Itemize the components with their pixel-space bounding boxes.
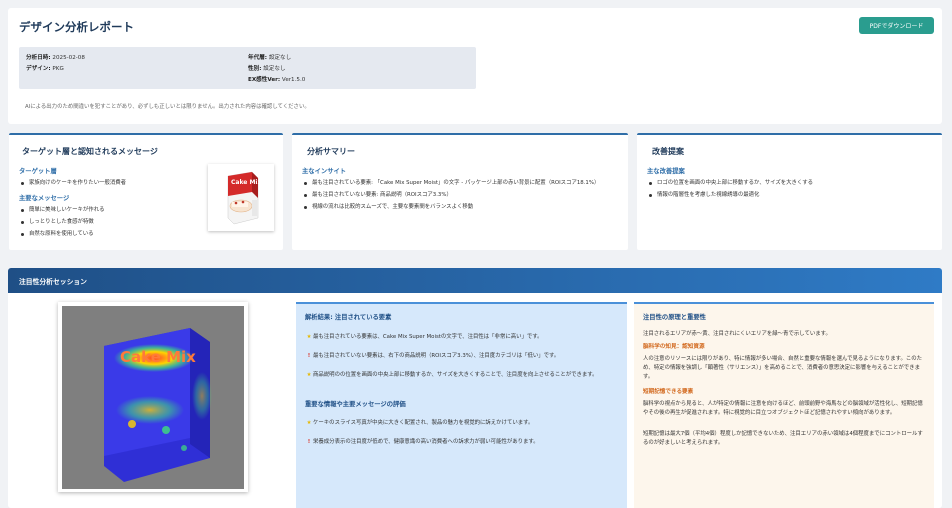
- exclamation-icon: !: [307, 439, 311, 445]
- disclaimer-text: AIによる出力のため間違いを犯すことがあり、必ずしも正しいとは限りません。出力さ…: [25, 104, 310, 110]
- section-title: 注目性分析セッション: [8, 268, 942, 293]
- target-list: 家族向けのケーキを作りたい一般消費者: [20, 177, 126, 189]
- principle-subtitle-2: 短期記憶できる要素: [643, 389, 694, 395]
- attention-section: 注目性分析セッション Cake Mix 解析結果: 注目されている要素 ★ 最も…: [8, 268, 942, 508]
- star-icon: ★: [306, 420, 312, 426]
- list-item: しっとりとした食感が特徴: [20, 216, 104, 228]
- principle-subtitle-1: 脳科学の知見：認知資源: [643, 344, 705, 350]
- principle-title: 注目性の原理と重要性: [643, 314, 706, 321]
- improvement-card: 改善提案 主な改善提案 ロゴの位置を画面の中央上部に移動するか、サイズを大きくす…: [637, 133, 942, 250]
- summary-card-title: 分析サマリー: [307, 147, 355, 156]
- list-item: 簡単に美味しいケーキが作れる: [20, 204, 104, 216]
- heatmap-overlay: Cake Mix: [104, 328, 212, 482]
- exclamation-icon: !: [307, 353, 311, 359]
- page-title: デザイン分析レポート: [19, 20, 134, 34]
- summary-card: 分析サマリー 主なインサイト 最も注目されている要素: 「Cake Mix Su…: [292, 133, 628, 250]
- analysis-text-2: ! 最も注目されていない要素は、右下の商品説明（ROIスコア3.3%）、注目度カテ…: [305, 352, 623, 361]
- svg-text:Cake Mix: Cake Mix: [120, 348, 196, 366]
- pdf-download-button[interactable]: PDFでダウンロード: [859, 17, 934, 34]
- analysis-title: 解析結果: 注目されている要素: [305, 314, 392, 321]
- evaluation-title: 重要な情報や主要メッセージの評価: [305, 401, 406, 408]
- list-item: 家族向けのケーキを作りたい一般消費者: [20, 177, 126, 189]
- principle-text-2: 人の注意のリソースには限りがあり、特に情報が多い場合、自然と重要な情報を選んで見…: [643, 356, 923, 380]
- improvement-card-title: 改善提案: [652, 147, 684, 156]
- target-card: ターゲット層と認知されるメッセージ ターゲット層 家族向けのケーキを作りたい一般…: [9, 133, 283, 250]
- insight-list: 最も注目されている要素: 「Cake Mix Super Moist」の文字 -…: [303, 177, 599, 213]
- list-item: 自然な原料を使用している: [20, 228, 104, 240]
- improvement-subtitle: 主な改善提案: [647, 168, 685, 175]
- cake-box-image: Cake Mix: [227, 171, 261, 225]
- target-card-title: ターゲット層と認知されるメッセージ: [22, 147, 158, 156]
- meta-gender: 性別: 設定なし: [248, 66, 286, 72]
- meta-info-box: 分析日時: 2025-02-08 デザイン: PKG 年代層: 設定なし 性別:…: [19, 47, 476, 89]
- analysis-panel: 解析結果: 注目されている要素 ★ 最も注目されている要素は、Cake Mix S…: [296, 302, 627, 508]
- list-item: 最も注目されていない要素: 商品説明（ROIスコア3.3%）: [303, 189, 599, 201]
- list-item: ロゴの位置を画面の中央上部に移動するか、サイズを大きくする: [648, 177, 813, 189]
- heatmap-frame: Cake Mix: [58, 302, 248, 492]
- star-icon: ★: [306, 372, 312, 378]
- message-list: 簡単に美味しいケーキが作れる しっとりとした食感が特徴 自然な原料を使用している: [20, 204, 104, 240]
- meta-date: 分析日時: 2025-02-08: [26, 55, 85, 61]
- principle-text-1: 注目されるエリアが赤〜黄、注目されにくいエリアを緑〜青で示しています。: [643, 331, 831, 337]
- list-item: 情報の階層性を考慮した視線誘導の最適化: [648, 189, 813, 201]
- evaluation-text-1: ★ ケーキのスライス写真が中央に大きく配置され、製品の魅力を視覚的に訴えかけていま…: [306, 420, 534, 426]
- report-header: デザイン分析レポート PDFでダウンロード 分析日時: 2025-02-08 デ…: [8, 8, 942, 124]
- meta-design: デザイン: PKG: [26, 66, 64, 72]
- list-item: 最も注目されている要素: 「Cake Mix Super Moist」の文字 -…: [303, 177, 599, 189]
- svg-text:Cake Mix: Cake Mix: [231, 179, 261, 186]
- principle-panel: 注目性の原理と重要性 注目されるエリアが赤〜黄、注目されにくいエリアを緑〜青で示…: [634, 302, 934, 508]
- principle-text-3: 脳科学の視点から見ると、人が特定の情報に注意を向けるほど、前頭前野や海馬などの脳…: [643, 401, 923, 416]
- meta-age: 年代層: 設定なし: [248, 55, 292, 61]
- evaluation-text-2: ! 栄養成分表示の注目度が低めで、健康意識の高い消費者への訴求力が弱い可能性があり…: [305, 438, 623, 447]
- analysis-text-1: ★ 最も注目されている要素は、Cake Mix Super Moistの文字で、注…: [306, 334, 543, 340]
- improvement-list: ロゴの位置を画面の中央上部に移動するか、サイズを大きくする 情報の階層性を考慮し…: [648, 177, 813, 201]
- meta-version: EX感性Ver: Ver1.5.0: [248, 77, 306, 83]
- star-icon: ★: [306, 334, 312, 340]
- insight-subtitle: 主なインサイト: [302, 168, 347, 175]
- heatmap-image: Cake Mix: [62, 306, 244, 489]
- list-item: 視線の流れは比較的スムーズで、主要な要素間をバランスよく移動: [303, 201, 599, 213]
- principle-text-4: 短期記憶は最大7個（平均4個）程度しか記憶できないため、注目エリアの赤い領域は4…: [643, 431, 923, 446]
- message-subtitle: 主要なメッセージ: [19, 195, 70, 202]
- product-thumbnail: Cake Mix: [208, 164, 274, 231]
- target-subtitle: ターゲット層: [19, 168, 57, 175]
- analysis-text-3: ★ 商品説明のの位置を画面の中央上部に移動するか、サイズを大きくすることで、注目度…: [306, 372, 598, 378]
